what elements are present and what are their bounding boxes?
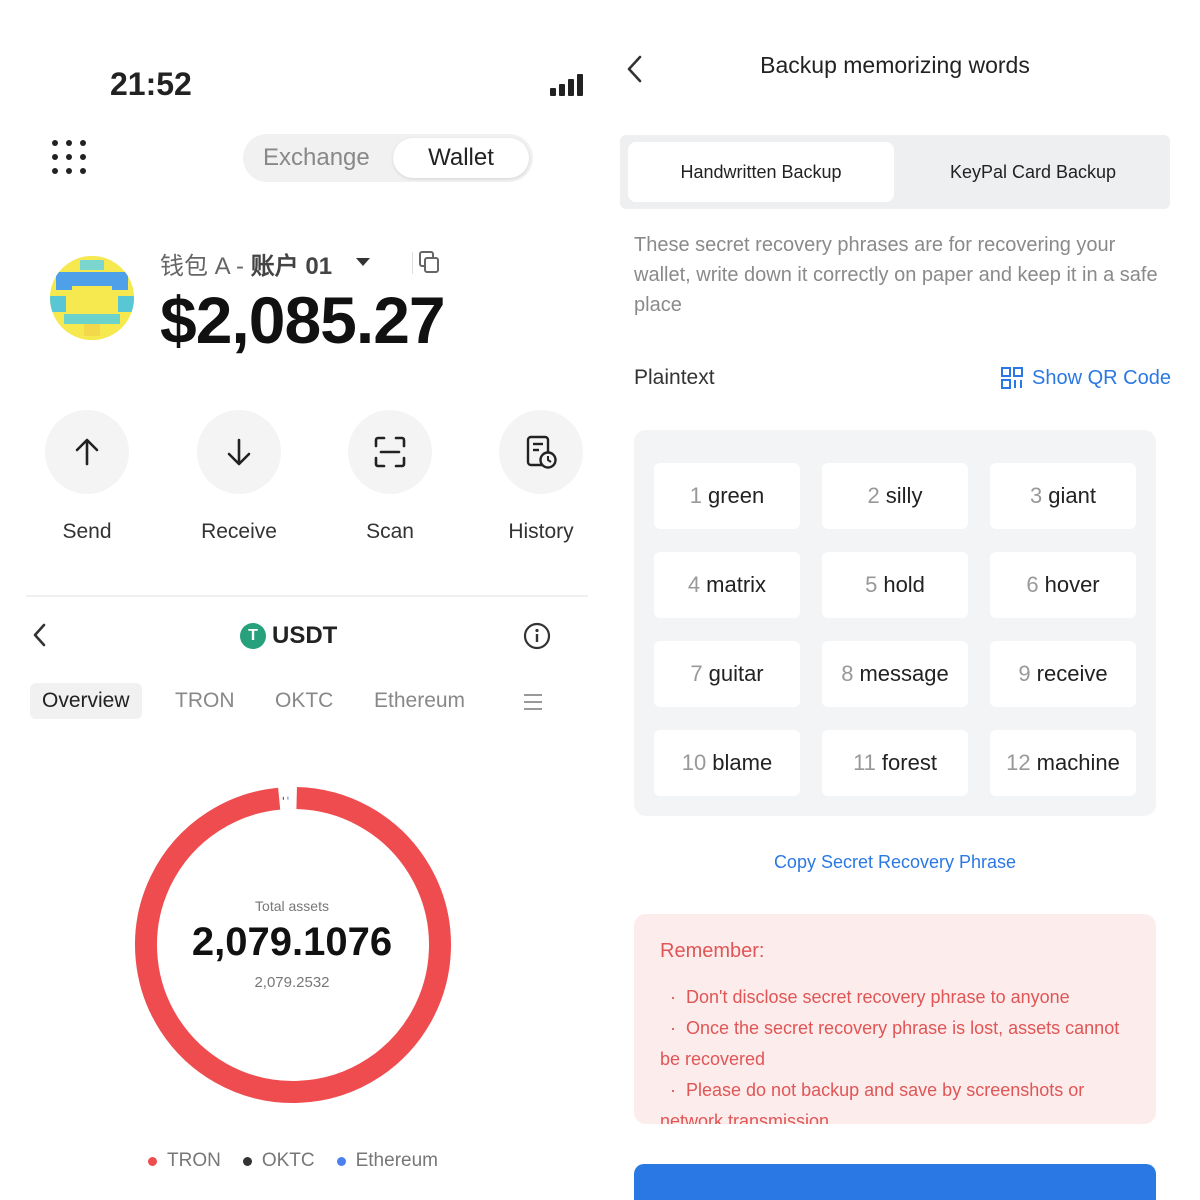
total-assets-value: 2,079.1076	[191, 920, 393, 964]
avatar[interactable]	[50, 256, 134, 340]
total-assets-secondary: 2,079.2532	[254, 974, 330, 991]
warning-item: · Don't disclose secret recovery phrase t…	[670, 987, 1070, 1007]
phrase-word: 2 silly	[822, 463, 968, 529]
tab-ethereum[interactable]: Ethereum	[374, 689, 465, 713]
phrase-word: 3 giant	[990, 463, 1136, 529]
token-name: USDT	[272, 622, 338, 649]
legend-label-tron: TRON	[167, 1150, 221, 1171]
wallet-name: 钱包 A -	[160, 253, 251, 280]
history-label: History	[508, 520, 574, 543]
scan-button[interactable]: Scan	[348, 410, 432, 544]
warning-list: · Don't disclose secret recovery phrase t…	[660, 982, 1140, 1124]
show-qr-code-label: Show QR Code	[1032, 366, 1171, 389]
backup-screen: Backup memorizing words Handwritten Back…	[600, 0, 1200, 1200]
send-label: Send	[62, 520, 112, 543]
legend-label-oktc: OKTC	[261, 1150, 315, 1171]
phrase-word: 5 hold	[822, 552, 968, 618]
back-arrow-icon[interactable]	[626, 54, 644, 84]
menu-list-icon[interactable]	[522, 692, 544, 712]
phrase-word: 4 matrix	[654, 552, 800, 618]
phrase-word: 7 guitar	[654, 641, 800, 707]
phrase-word: 9 receive	[990, 641, 1136, 707]
warning-item: · Please do not backup and save by screen…	[660, 1080, 1085, 1124]
warning-title: Remember:	[660, 940, 765, 962]
arrow-down-icon	[227, 438, 251, 466]
account-selector[interactable]: 钱包 A - 账户 01	[160, 246, 332, 281]
phrase-word: 11 forest	[822, 730, 968, 796]
tab-handwritten-backup[interactable]: Handwritten Backup	[628, 142, 894, 202]
history-icon	[526, 435, 557, 469]
mode-switch: Exchange Wallet	[243, 134, 533, 182]
chevron-down-icon[interactable]	[356, 258, 370, 266]
network-tabs: Overview TRON OKTC Ethereum	[30, 683, 560, 723]
legend-dot-oktc	[242, 1156, 252, 1166]
qr-code-icon	[1001, 367, 1023, 389]
scan-label: Scan	[366, 520, 414, 543]
apps-grid-icon[interactable]	[52, 140, 86, 174]
phrase-word: 6 hover	[990, 552, 1136, 618]
tab-oktc[interactable]: OKTC	[275, 689, 333, 713]
receive-label: Receive	[201, 520, 277, 543]
status-time: 21:52	[110, 66, 192, 102]
signal-icon	[550, 72, 590, 96]
tab-wallet[interactable]: Wallet	[393, 138, 529, 178]
total-balance: $2,085.27	[160, 283, 446, 357]
scan-icon	[374, 436, 406, 468]
receive-button[interactable]: Receive	[197, 410, 281, 544]
backup-type-tabs: Handwritten Backup KeyPal Card Backup	[620, 135, 1170, 209]
chart-legend: TRON OKTC Ethereum	[148, 1150, 460, 1172]
token-header: T USDT	[240, 622, 337, 650]
tab-keypal-card-backup[interactable]: KeyPal Card Backup	[902, 142, 1164, 202]
divider	[26, 595, 588, 597]
arrow-up-icon	[75, 438, 99, 466]
tether-logo-icon: T	[240, 623, 266, 649]
total-assets-label: Total assets	[255, 898, 329, 914]
legend-tron: TRON	[148, 1150, 221, 1172]
legend-label-ethereum: Ethereum	[355, 1150, 438, 1171]
copy-recovery-phrase-link[interactable]: Copy Secret Recovery Phrase	[634, 852, 1156, 873]
phrase-word: 8 message	[822, 641, 968, 707]
screen-composite: 21:52 Exchange Wallet 钱包 A - 账户 01 $2,08…	[0, 0, 1200, 1200]
tab-tron[interactable]: TRON	[175, 689, 235, 713]
warning-item: · Once the secret recovery phrase is lost…	[660, 1018, 1120, 1069]
phrase-word: 1 green	[654, 463, 800, 529]
page-title: Backup memorizing words	[760, 52, 1030, 78]
legend-ethereum: Ethereum	[336, 1150, 438, 1172]
legend-dot-tron	[148, 1156, 157, 1166]
copy-icon[interactable]	[412, 250, 440, 276]
tab-exchange[interactable]: Exchange	[263, 144, 370, 172]
legend-oktc: OKTC	[242, 1150, 315, 1172]
wallet-screen: 21:52 Exchange Wallet 钱包 A - 账户 01 $2,08…	[0, 0, 600, 1200]
phrase-word: 12 machine	[990, 730, 1136, 796]
warning-box: Remember: · Don't disclose secret recover…	[634, 914, 1156, 1124]
back-arrow-icon[interactable]	[32, 622, 48, 648]
primary-action-button[interactable]	[634, 1164, 1156, 1200]
show-qr-code-link[interactable]: Show QR Code	[1000, 366, 1171, 390]
account-name: 账户 01	[250, 253, 333, 280]
backup-description: These secret recovery phrases are for re…	[634, 234, 1158, 316]
recovery-phrase-grid: 1 green 2 silly 3 giant 4 matrix 5 hold 6 hove…	[634, 430, 1156, 816]
tab-overview[interactable]: Overview	[30, 683, 142, 719]
plaintext-label: Plaintext	[634, 366, 715, 389]
info-icon[interactable]	[523, 622, 551, 650]
history-button[interactable]: History	[499, 410, 583, 544]
legend-dot-ethereum	[336, 1156, 346, 1166]
send-button[interactable]: Send	[45, 410, 129, 544]
phrase-word: 10 blame	[654, 730, 800, 796]
